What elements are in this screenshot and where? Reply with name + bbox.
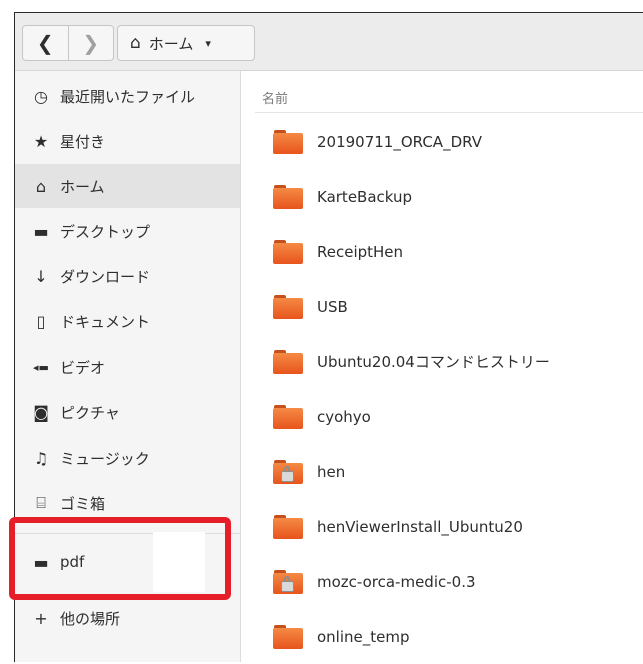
folder-icon (273, 404, 303, 429)
sidebar-item-label: 最近開いたファイル (60, 87, 196, 106)
file-name: Ubuntu20.04コマンドヒストリー (317, 353, 550, 371)
folder-icon (273, 349, 303, 374)
file-row[interactable]: mozc-orca-medic-0.3 (255, 554, 643, 609)
folder-icon (273, 514, 303, 539)
sidebar-item-trash[interactable]: ⌸ ゴミ箱 (15, 481, 240, 525)
file-row[interactable]: henViewerInstall_Ubuntu20 (255, 499, 643, 554)
file-name: hen (317, 462, 346, 481)
chevron-left-icon: ❮ (36, 31, 54, 55)
plus-icon: + (34, 608, 48, 628)
folder-icon (273, 294, 303, 319)
sidebar-item-home[interactable]: ⌂ ホーム (15, 164, 240, 208)
sidebar-item-label: ダウンロード (60, 267, 151, 286)
file-row[interactable]: online_temp (255, 609, 643, 664)
blank-patch (153, 532, 205, 592)
file-name: henViewerInstall_Ubuntu20 (317, 517, 523, 536)
file-row[interactable]: cyohyo (255, 389, 643, 444)
back-button[interactable]: ❮ (23, 26, 69, 60)
download-arrow-icon: ↓ (34, 266, 48, 286)
sidebar-item-label: ピクチャ (60, 403, 120, 422)
sidebar: ◷ 最近開いたファイル ★ 星付き ⌂ ホーム ▬ デスクトップ ↓ ダウンロー… (15, 71, 241, 662)
forward-button[interactable]: ❯ (69, 26, 114, 60)
file-name: 20190711_ORCA_DRV (317, 132, 482, 151)
file-manager-window: ❮ ❯ ⌂ ホーム ▾ ◷ 最近開いたファイル ★ 星付き ⌂ ホーム ▬ デス… (14, 12, 643, 662)
file-row[interactable]: KarteBackup (255, 169, 643, 224)
navigation-buttons: ❮ ❯ (22, 25, 114, 61)
file-name: KarteBackup (317, 187, 413, 206)
sidebar-item-downloads[interactable]: ↓ ダウンロード (15, 254, 240, 298)
sidebar-item-label: ビデオ (60, 358, 106, 377)
file-name: USB (317, 297, 348, 316)
sidebar-item-label: ドキュメント (60, 312, 151, 331)
sidebar-item-label: 星付き (60, 132, 106, 151)
sidebar-item-starred[interactable]: ★ 星付き (15, 119, 240, 163)
folder-icon (273, 184, 303, 209)
locked-folder-icon (273, 569, 303, 594)
locked-folder-icon (273, 459, 303, 484)
file-row[interactable]: hen (255, 444, 643, 499)
document-icon: ▯ (36, 311, 46, 331)
path-label: ホーム (148, 34, 194, 53)
sidebar-item-desktop[interactable]: ▬ デスクトップ (15, 209, 240, 253)
video-camera-icon: ◂▬ (33, 360, 49, 374)
lock-icon (281, 465, 294, 482)
camera-icon: ◙ (33, 402, 49, 422)
file-name: mozc-orca-medic-0.3 (317, 572, 476, 591)
sidebar-item-music[interactable]: ♫ ミュージック (15, 436, 240, 480)
file-name: ReceiptHen (317, 242, 404, 261)
home-icon: ⌂ (130, 33, 141, 53)
folder-icon (273, 624, 303, 649)
path-bar-home-button[interactable]: ⌂ ホーム ▾ (117, 25, 255, 61)
star-icon: ★ (33, 131, 49, 151)
trash-icon: ⌸ (36, 493, 46, 512)
header-bar: ❮ ❯ ⌂ ホーム ▾ (15, 13, 643, 71)
folder-icon (273, 129, 303, 154)
sidebar-item-pdf[interactable]: ▬ pdf (15, 540, 240, 584)
file-row[interactable]: USB (255, 279, 643, 334)
sidebar-item-other-locations[interactable]: + 他の場所 (15, 596, 240, 640)
file-row[interactable]: ReceiptHen (255, 224, 643, 279)
file-list: 名前 20190711_ORCA_DRV KarteBackup Receipt… (255, 83, 643, 662)
folder-icon: ▬ (33, 552, 49, 572)
file-row[interactable]: 20190711_ORCA_DRV (255, 114, 643, 169)
folder-icon: ▬ (33, 221, 49, 241)
file-name: online_temp (317, 627, 410, 646)
sidebar-item-label: デスクトップ (60, 222, 151, 241)
sidebar-item-label: pdf (60, 553, 85, 571)
sidebar-item-label: ミュージック (60, 449, 150, 468)
lock-icon (281, 575, 294, 592)
sidebar-item-label: 他の場所 (60, 609, 121, 628)
sidebar-item-pictures[interactable]: ◙ ピクチャ (15, 390, 240, 434)
folder-icon (273, 239, 303, 264)
clock-icon: ◷ (34, 86, 48, 106)
column-header-name[interactable]: 名前 (262, 88, 288, 107)
sidebar-item-label: ゴミ箱 (60, 494, 106, 513)
sidebar-item-recent[interactable]: ◷ 最近開いたファイル (15, 74, 240, 118)
chevron-down-icon[interactable]: ▾ (205, 37, 211, 50)
sidebar-divider (15, 533, 240, 534)
home-icon: ⌂ (35, 176, 47, 196)
column-divider (255, 112, 643, 113)
music-note-icon: ♫ (33, 448, 49, 468)
sidebar-item-videos[interactable]: ◂▬ ビデオ (15, 345, 240, 389)
file-name: cyohyo (317, 407, 371, 426)
sidebar-item-label: ホーム (60, 177, 105, 196)
chevron-right-icon: ❯ (82, 31, 100, 55)
file-row[interactable]: Ubuntu20.04コマンドヒストリー (255, 334, 643, 389)
sidebar-item-documents[interactable]: ▯ ドキュメント (15, 299, 240, 343)
